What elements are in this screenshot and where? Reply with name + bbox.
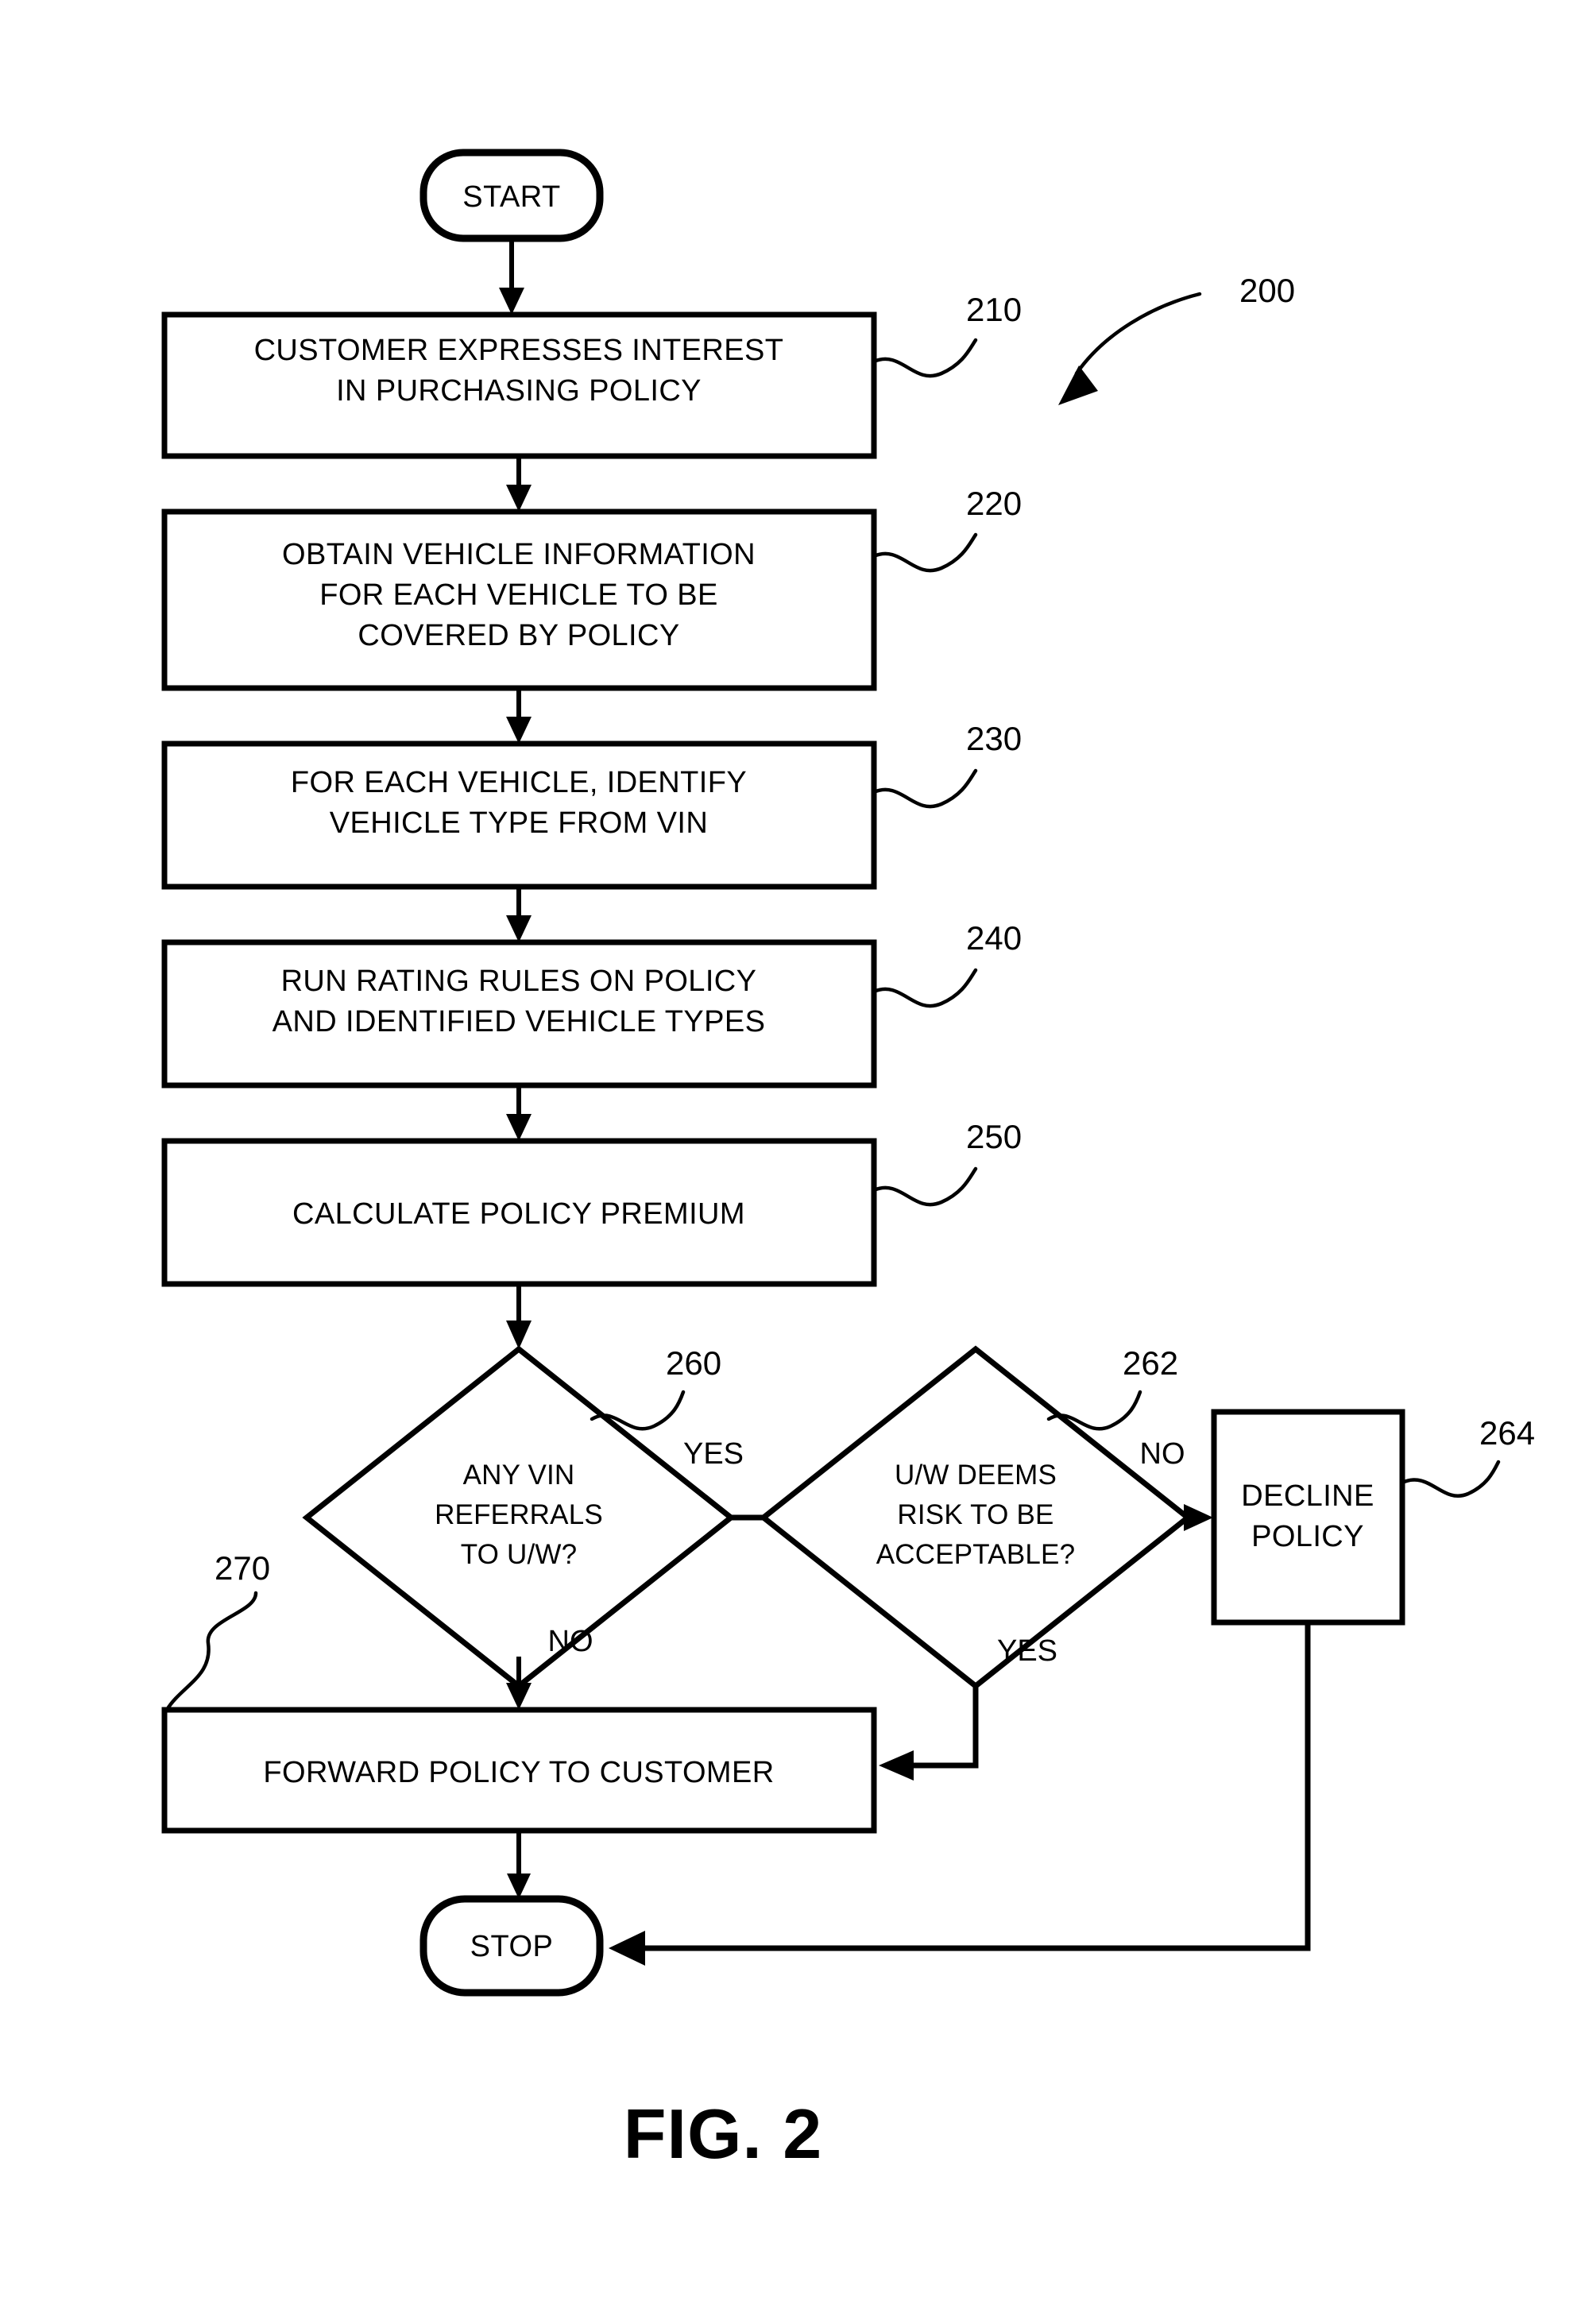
node-stop[interactable]: STOP bbox=[419, 1895, 604, 1997]
edge-220-to-230-arrowhead bbox=[506, 717, 532, 744]
node-230[interactable]: FOR EACH VEHICLE, IDENTIFY VEHICLE TYPE … bbox=[161, 741, 877, 890]
node-264-ref-group: 264 bbox=[1400, 1414, 1535, 1498]
node-264-line1: DECLINE bbox=[1241, 1479, 1374, 1513]
node-230-ref: 230 bbox=[966, 720, 1022, 757]
edge-240-to-250 bbox=[506, 1085, 532, 1141]
edge-start-to-210-arrowhead bbox=[499, 288, 524, 315]
node-220-line3: COVERED BY POLICY bbox=[358, 619, 679, 652]
edge-270-to-stop-arrowhead bbox=[507, 1874, 531, 1899]
node-260-line1: ANY VIN bbox=[463, 1460, 575, 1491]
node-230-line1: FOR EACH VEHICLE, IDENTIFY bbox=[291, 766, 747, 799]
edge-240-to-250-arrowhead bbox=[506, 1114, 532, 1141]
node-240-line2: AND IDENTIFIED VEHICLE TYPES bbox=[273, 1005, 766, 1038]
node-230-line2: VEHICLE TYPE FROM VIN bbox=[330, 806, 708, 840]
node-250-ref-leader bbox=[872, 1166, 978, 1207]
edge-260-no-arrowhead bbox=[506, 1683, 532, 1710]
node-262-line1: U/W DEEMS bbox=[895, 1460, 1057, 1491]
node-260-ref: 260 bbox=[666, 1344, 721, 1382]
diagram-ref-200-label: 200 bbox=[1239, 272, 1295, 309]
node-270-ref: 270 bbox=[215, 1549, 270, 1587]
patent-figure: 200 START CUSTOMER EXPRESSES INTEREST IN… bbox=[0, 0, 1585, 2324]
node-250[interactable]: CALCULATE POLICY PREMIUM bbox=[161, 1138, 877, 1287]
node-264-shape bbox=[1211, 1409, 1405, 1626]
node-230-ref-leader bbox=[872, 768, 978, 809]
edge-250-to-260 bbox=[506, 1284, 532, 1349]
node-240-ref-group: 240 bbox=[872, 919, 1022, 1008]
node-220-ref-leader bbox=[872, 532, 978, 573]
node-260-ref-group: 260 bbox=[590, 1344, 721, 1431]
edge-262-no-label: NO bbox=[1140, 1437, 1185, 1471]
node-264[interactable]: DECLINE POLICY bbox=[1211, 1409, 1405, 1626]
node-210-ref: 210 bbox=[966, 291, 1022, 328]
stop-label: STOP bbox=[470, 1930, 554, 1963]
edge-262-no-arrowhead bbox=[1184, 1504, 1213, 1531]
node-262-line3: ACCEPTABLE? bbox=[876, 1539, 1076, 1570]
node-210-ref-group: 210 bbox=[872, 291, 1022, 378]
node-240[interactable]: RUN RATING RULES ON POLICY AND IDENTIFIE… bbox=[161, 939, 877, 1089]
figure-caption: FIG. 2 bbox=[624, 2094, 823, 2173]
edge-230-to-240 bbox=[506, 887, 532, 942]
node-210[interactable]: CUSTOMER EXPRESSES INTEREST IN PURCHASIN… bbox=[161, 311, 877, 459]
diagram-ref-200-group: 200 bbox=[1058, 272, 1295, 405]
node-250-ref-group: 250 bbox=[872, 1118, 1022, 1207]
node-220-ref: 220 bbox=[966, 485, 1022, 522]
edge-260-no-label: NO bbox=[548, 1625, 593, 1658]
flowchart-canvas: 200 START CUSTOMER EXPRESSES INTEREST IN… bbox=[161, 149, 1535, 2173]
node-230-ref-group: 230 bbox=[872, 720, 1022, 809]
edge-230-to-240-arrowhead bbox=[506, 915, 532, 942]
node-220-line1: OBTAIN VEHICLE INFORMATION bbox=[282, 538, 756, 571]
edge-262-yes-path bbox=[906, 1686, 979, 1769]
node-250-ref: 250 bbox=[966, 1118, 1022, 1155]
node-270[interactable]: FORWARD POLICY TO CUSTOMER bbox=[161, 1707, 877, 1834]
node-262-ref-group: 262 bbox=[1046, 1344, 1178, 1431]
node-262-ref: 262 bbox=[1123, 1344, 1178, 1382]
node-start[interactable]: START bbox=[419, 149, 604, 242]
node-260-line2: REFERRALS bbox=[435, 1499, 603, 1530]
edge-250-to-260-arrowhead bbox=[506, 1321, 532, 1349]
node-220-ref-group: 220 bbox=[872, 485, 1022, 573]
start-label: START bbox=[462, 180, 561, 214]
edge-210-to-220-arrowhead bbox=[506, 485, 532, 512]
edge-262-yes-arrowhead bbox=[879, 1750, 914, 1781]
edge-260-yes-label: YES bbox=[683, 1437, 744, 1471]
node-240-ref-leader bbox=[872, 968, 978, 1008]
node-240-ref: 240 bbox=[966, 919, 1022, 957]
node-260[interactable]: ANY VIN REFERRALS TO U/W? bbox=[302, 1345, 736, 1690]
edge-262-yes-label: YES bbox=[997, 1634, 1057, 1668]
diagram-ref-200-leader bbox=[1074, 292, 1202, 376]
node-262-line2: RISK TO BE bbox=[897, 1499, 1053, 1530]
edge-start-to-210 bbox=[499, 238, 524, 315]
node-250-line1: CALCULATE POLICY PREMIUM bbox=[292, 1197, 745, 1231]
node-220-line2: FOR EACH VEHICLE TO BE bbox=[319, 578, 718, 612]
node-210-line2: IN PURCHASING POLICY bbox=[336, 374, 702, 408]
node-270-ref-leader bbox=[164, 1591, 258, 1712]
node-260-line3: TO U/W? bbox=[461, 1539, 578, 1570]
node-240-line1: RUN RATING RULES ON POLICY bbox=[281, 965, 757, 998]
node-210-line1: CUSTOMER EXPRESSES INTEREST bbox=[254, 334, 784, 367]
node-264-ref: 264 bbox=[1479, 1414, 1535, 1452]
node-220[interactable]: OBTAIN VEHICLE INFORMATION FOR EACH VEHI… bbox=[161, 508, 877, 691]
edge-210-to-220 bbox=[506, 456, 532, 512]
node-264-line2: POLICY bbox=[1251, 1520, 1364, 1553]
node-262[interactable]: U/W DEEMS RISK TO BE ACCEPTABLE? bbox=[759, 1345, 1193, 1690]
node-270-line1: FORWARD POLICY TO CUSTOMER bbox=[263, 1756, 774, 1789]
edge-264-to-stop-arrowhead bbox=[609, 1931, 645, 1966]
node-270-ref-group: 270 bbox=[164, 1549, 270, 1712]
edge-220-to-230 bbox=[506, 688, 532, 744]
edge-270-to-stop bbox=[507, 1831, 531, 1899]
diagram-ref-200-arrowhead bbox=[1058, 365, 1098, 405]
node-264-ref-leader bbox=[1400, 1460, 1501, 1498]
node-210-ref-leader bbox=[872, 338, 978, 378]
